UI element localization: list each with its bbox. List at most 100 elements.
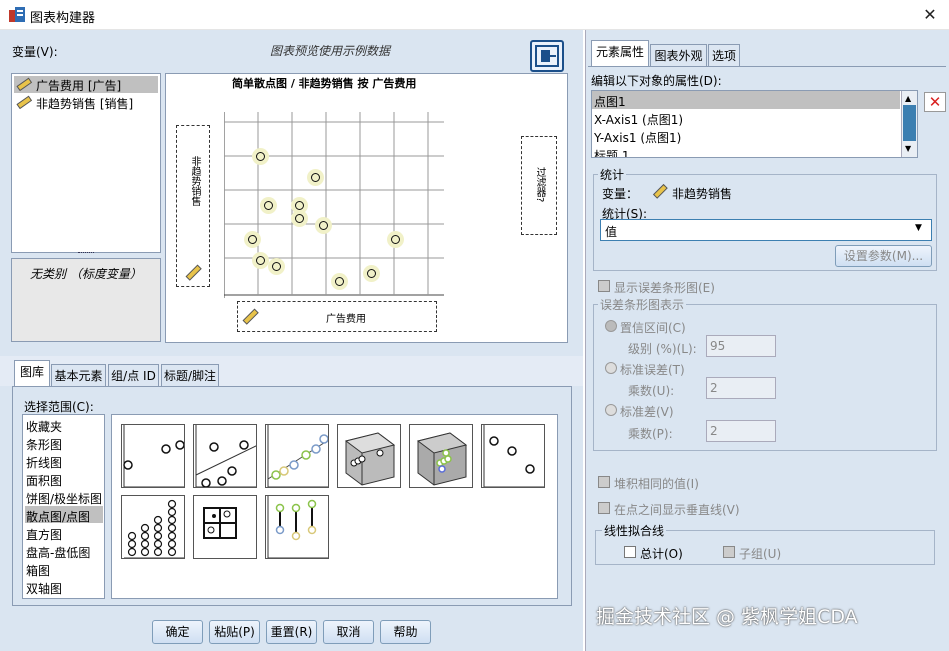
sd-radio[interactable] (605, 404, 617, 416)
dot-plot-thumbnail[interactable] (121, 495, 185, 559)
ok-button[interactable]: 确定 (152, 620, 203, 644)
paste-button[interactable]: 粘贴(P) (209, 620, 260, 644)
chart-type-item[interactable]: 收藏夹 (26, 418, 62, 435)
multiplier-u-field[interactable]: 2 (706, 377, 776, 399)
chart-type-item[interactable]: 饼图/极坐标图 (26, 490, 102, 507)
sample-point (252, 148, 269, 165)
grouped-scatter-thumbnail[interactable] (265, 424, 329, 488)
chart-type-item[interactable]: 直方图 (26, 526, 62, 543)
level-field[interactable]: 95 (706, 335, 776, 357)
object-item[interactable]: Y-Axis1 (点图1) (594, 129, 681, 146)
chart-canvas[interactable]: 简单散点图 / 非趋势销售 按 广告费用 非趋势销售 广告费用 过滤器? (165, 73, 568, 343)
chart-type-item[interactable]: 条形图 (26, 436, 62, 453)
tab-chart-appearance[interactable]: 图表外观 (650, 44, 707, 67)
scroll-down-icon[interactable]: ▼ (905, 144, 911, 153)
grouped-3d-scatter-thumbnail[interactable] (409, 424, 473, 488)
total-checkbox[interactable] (624, 546, 636, 558)
tab-basic-elements[interactable]: 基本元素 (51, 364, 106, 387)
chart-type-item-selected[interactable]: 散点图/点图 (26, 508, 90, 525)
delete-icon[interactable]: ✕ (924, 92, 946, 112)
sample-point (307, 169, 324, 186)
title-bar: 图表构建器 ✕ (0, 0, 949, 30)
fit-line-scatter-thumbnail[interactable] (193, 424, 257, 488)
tab-divider (588, 66, 946, 67)
object-list[interactable]: 点图1 X-Axis1 (点图1) Y-Axis1 (点图1) 标题 1 ▲ ▼ (591, 90, 918, 158)
set-parameters-button[interactable]: 设置参数(M)... (835, 245, 932, 267)
edit-properties-label: 编辑以下对象的属性(D): (591, 74, 722, 88)
chart-type-list[interactable]: 收藏夹 条形图 折线图 面积图 饼图/极坐标图 散点图/点图 直方图 盘高-盘低… (22, 414, 105, 599)
scatter-matrix-thumbnail[interactable] (193, 495, 257, 559)
stack-values-checkbox[interactable] (598, 476, 610, 488)
statistic-value: 值 (605, 225, 618, 239)
categories-box: 无类别 （标度变量） (11, 258, 161, 342)
ruler-icon (242, 308, 260, 329)
sample-point (387, 231, 404, 248)
object-item[interactable]: 标题 1 (594, 147, 629, 157)
window-title: 图表构建器 (30, 11, 96, 26)
se-radio[interactable] (605, 362, 617, 374)
chart-type-item[interactable]: 盘高-盘低图 (26, 544, 90, 561)
x-axis-drop-zone[interactable]: 广告费用 (237, 301, 437, 332)
x-axis-label: 广告费用 (326, 314, 366, 325)
variable-list[interactable]: 广告费用 [广告] 非趋势销售 [销售] (11, 73, 161, 253)
chart-type-item[interactable]: 面积图 (26, 472, 62, 489)
chart-type-item[interactable]: 箱图 (26, 562, 50, 579)
scroll-up-icon[interactable]: ▲ (905, 94, 911, 103)
sample-point (244, 231, 261, 248)
close-icon[interactable]: ✕ (918, 4, 942, 26)
gallery-thumbnails (111, 414, 558, 599)
level-label: 级别 (%)(L): (628, 342, 697, 356)
ci-radio[interactable] (605, 320, 617, 332)
tab-titles-footnotes[interactable]: 标题/脚注 (161, 364, 219, 387)
stack-values-label: 堆积相同的值(I) (614, 477, 699, 491)
fit-line-group-title: 线性拟合线 (602, 522, 667, 539)
sample-point (363, 265, 380, 282)
group-label: 过滤器? (534, 167, 545, 203)
watermark: 掘金技术社区 @ 紫枫学姐CDA (596, 606, 858, 628)
object-item[interactable]: X-Axis1 (点图1) (594, 111, 683, 128)
tab-gallery[interactable]: 图库 (14, 360, 50, 386)
subgroup-checkbox[interactable] (723, 546, 735, 558)
splitter-handle[interactable] (78, 252, 94, 256)
object-item-selected[interactable]: 点图1 (594, 93, 626, 110)
drop-line-thumbnail[interactable] (265, 495, 329, 559)
drop-lines-label: 在点之间显示垂直线(V) (614, 503, 740, 517)
chart-title: 简单散点图 / 非趋势销售 按 广告费用 (232, 77, 417, 90)
sample-point (331, 273, 348, 290)
scroll-thumb[interactable] (903, 105, 916, 141)
statistics-group-title: 统计 (598, 166, 627, 183)
tab-element-properties[interactable]: 元素属性 (591, 40, 649, 66)
help-button[interactable]: 帮助 (380, 620, 431, 644)
se-label: 标准误差(T) (620, 363, 685, 377)
tab-group-point-id[interactable]: 组/点 ID (108, 364, 159, 387)
object-list-scrollbar[interactable]: ▲ ▼ (901, 91, 917, 157)
variable-item[interactable]: 非趋势销售 [销售] (36, 95, 133, 112)
chart-type-item[interactable]: 双轴图 (26, 580, 62, 597)
statistic-select[interactable]: 值 ▼ (600, 219, 932, 241)
summary-point-thumbnail[interactable] (481, 424, 545, 488)
no-categories-label: 无类别 （标度变量） (30, 267, 142, 281)
variables-label: 变量(V): (12, 45, 58, 59)
multiplier-p-label: 乘数(P): (628, 427, 673, 441)
show-error-bars-label: 显示误差条形图(E) (614, 281, 715, 295)
right-pane: 元素属性 图表外观 选项 编辑以下对象的属性(D): 点图1 X-Axis1 (… (585, 30, 949, 651)
variable-item[interactable]: 广告费用 [广告] (36, 77, 121, 94)
ci-label: 置信区间(C) (620, 321, 686, 335)
3d-scatter-thumbnail[interactable] (337, 424, 401, 488)
y-axis-drop-zone[interactable]: 非趋势销售 (176, 125, 210, 287)
show-error-bars-checkbox[interactable] (598, 280, 610, 292)
plot-grid (224, 112, 444, 298)
variable-label: 变量： (602, 187, 639, 201)
group-drop-zone[interactable]: 过滤器? (521, 136, 557, 235)
drop-lines-checkbox[interactable] (598, 502, 610, 514)
reset-button[interactable]: 重置(R) (266, 620, 317, 644)
ruler-icon (652, 183, 668, 202)
tab-options[interactable]: 选项 (708, 44, 740, 67)
simple-scatter-thumbnail[interactable] (121, 424, 185, 488)
chart-options-icon[interactable] (530, 40, 564, 72)
sample-point (260, 197, 277, 214)
sample-point (268, 258, 285, 275)
multiplier-p-field[interactable]: 2 (706, 420, 776, 442)
cancel-button[interactable]: 取消 (323, 620, 374, 644)
chart-type-item[interactable]: 折线图 (26, 454, 62, 471)
